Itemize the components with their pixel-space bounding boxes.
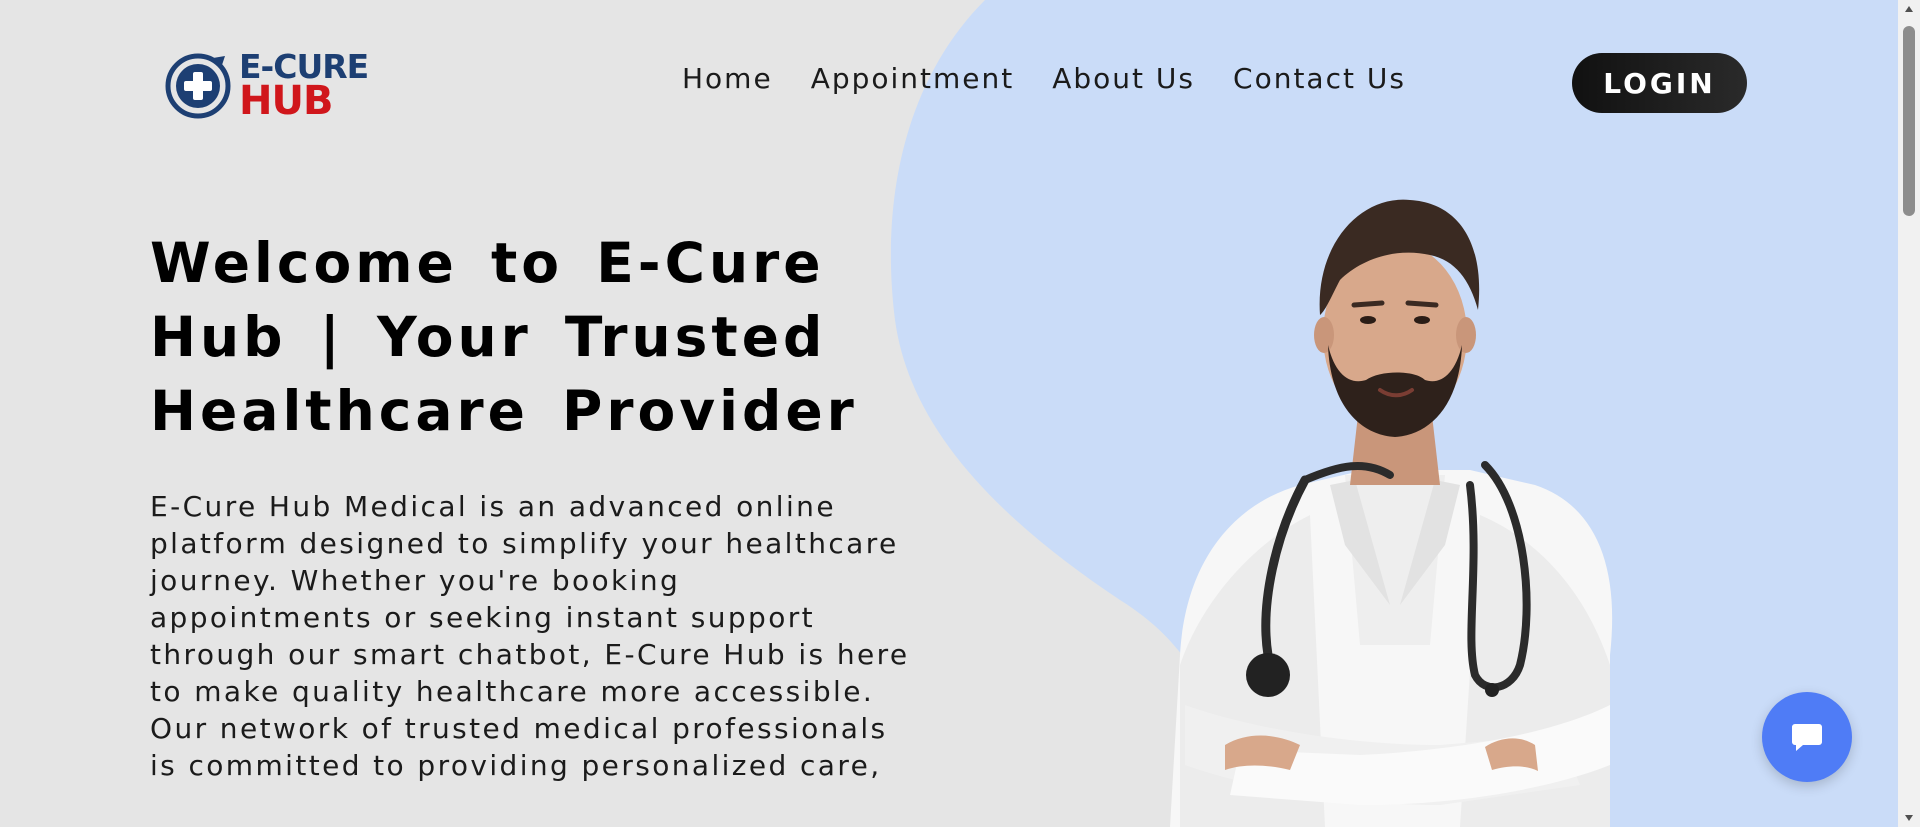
- hero-description: E-Cure Hub Medical is an advanced online…: [150, 490, 910, 782]
- page: E-CURE HUB Home Appointment About Us Con…: [0, 0, 1898, 827]
- logo-wordmark: E-CURE HUB: [239, 50, 369, 124]
- logo-line-hub: HUB: [239, 77, 333, 124]
- scrollbar-thumb[interactable]: [1903, 26, 1915, 216]
- nav-contact-us[interactable]: Contact Us: [1233, 62, 1406, 95]
- chat-button[interactable]: [1762, 692, 1852, 782]
- doctor-illustration: [1170, 199, 1613, 827]
- vertical-scrollbar[interactable]: [1898, 0, 1920, 827]
- nav-home[interactable]: Home: [682, 62, 773, 95]
- chat-bubble-icon: [1792, 724, 1822, 751]
- scroll-down-icon[interactable]: [1898, 809, 1920, 827]
- nav-appointment[interactable]: Appointment: [811, 62, 1015, 95]
- nav-about-us[interactable]: About Us: [1052, 62, 1195, 95]
- scroll-up-icon[interactable]: [1898, 0, 1920, 18]
- login-button[interactable]: LOGIN: [1572, 53, 1747, 113]
- site-logo[interactable]: E-CURE HUB: [165, 48, 369, 124]
- hero-title: Welcome to E-Cure Hub | Your Trusted Hea…: [150, 231, 858, 443]
- main-nav: Home Appointment About Us Contact Us: [682, 62, 1444, 95]
- medical-cross-icon: [165, 53, 231, 119]
